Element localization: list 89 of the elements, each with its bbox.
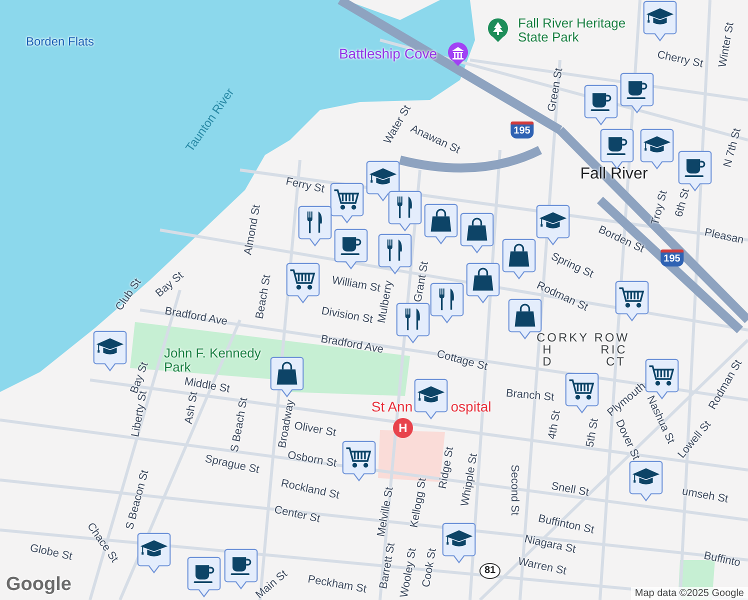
street-label: Grant St bbox=[413, 260, 431, 304]
street-label: Wooley St bbox=[399, 547, 419, 599]
street-label: 5th St bbox=[585, 418, 601, 448]
park-label: Fall River Heritage State Park bbox=[518, 16, 627, 44]
street-label: Almond St bbox=[243, 204, 263, 256]
street-label: Osborn St bbox=[286, 450, 338, 470]
street-label: Center St bbox=[273, 504, 321, 526]
street-label: Bradford Ave bbox=[320, 334, 384, 356]
street-label: 6th St bbox=[674, 188, 692, 218]
street-label: Troy St bbox=[650, 190, 670, 226]
fork-knife-marker[interactable] bbox=[396, 302, 430, 344]
graduation-cap-marker[interactable] bbox=[137, 532, 171, 574]
shopping-bag-marker[interactable] bbox=[460, 212, 494, 254]
street-label: Pleasan bbox=[703, 227, 745, 247]
street-label: Ash St bbox=[184, 391, 200, 425]
hospital-label: St Ann bbox=[371, 400, 413, 414]
street-label: Warren St bbox=[516, 556, 568, 578]
coffee-cup-marker[interactable] bbox=[620, 72, 654, 114]
highway-shield: 195 bbox=[660, 250, 684, 266]
street-label: Bay St bbox=[154, 270, 186, 300]
shopping-cart-marker[interactable] bbox=[330, 182, 364, 224]
street-label: Second St bbox=[508, 464, 520, 516]
graduation-cap-marker[interactable] bbox=[93, 330, 127, 372]
street-label: Ridge St bbox=[438, 446, 456, 490]
street-label: Melville St bbox=[376, 486, 396, 538]
shopping-cart-marker[interactable] bbox=[342, 440, 376, 482]
map-attribution: Map data ©2025 Google bbox=[630, 587, 748, 600]
street-label: Globe St bbox=[28, 543, 74, 563]
street-label: Niagara St bbox=[523, 534, 577, 556]
graduation-cap-marker[interactable] bbox=[414, 378, 448, 420]
shopping-cart-marker[interactable] bbox=[286, 262, 320, 304]
district-label: H bbox=[542, 344, 554, 356]
graduation-cap-marker[interactable] bbox=[442, 522, 476, 564]
park-label: John F. Kennedy Park bbox=[164, 346, 262, 374]
shopping-bag-marker[interactable] bbox=[502, 238, 536, 280]
street-label: Ferry St bbox=[284, 176, 326, 196]
street-label: Peckham St bbox=[306, 574, 368, 596]
street-label: Bradford Ave bbox=[164, 306, 228, 328]
street-label: Snell St bbox=[550, 481, 590, 499]
street-label: Main St bbox=[254, 568, 290, 600]
street-label: S Beach St bbox=[230, 396, 250, 454]
water-label: Borden Flats bbox=[26, 36, 94, 48]
street-label: S Beacon St bbox=[124, 469, 152, 531]
street-label: Buffinto bbox=[702, 550, 742, 570]
street-label: Buffinton St bbox=[537, 514, 595, 536]
museum-icon bbox=[447, 42, 469, 66]
google-logo: Google bbox=[6, 574, 72, 596]
shopping-bag-marker[interactable] bbox=[270, 356, 304, 398]
street-label: 4th St bbox=[547, 410, 563, 440]
street-label: Winter St bbox=[718, 22, 736, 68]
graduation-cap-marker[interactable] bbox=[366, 160, 400, 202]
hospital-label: ospital bbox=[450, 400, 492, 414]
street-label: Cook St bbox=[421, 548, 439, 588]
landmark-label: Battleship Cove bbox=[338, 46, 438, 62]
coffee-cup-marker[interactable] bbox=[584, 84, 618, 126]
street-label: Barrett St bbox=[378, 542, 398, 590]
coffee-cup-marker[interactable] bbox=[187, 556, 221, 598]
graduation-cap-marker[interactable] bbox=[643, 0, 677, 42]
shopping-bag-marker[interactable] bbox=[466, 262, 500, 304]
street-label: Dover St bbox=[612, 418, 642, 462]
street-label: Whipple St bbox=[460, 452, 480, 508]
street-label: Cottage St bbox=[435, 348, 489, 374]
shopping-cart-marker[interactable] bbox=[565, 372, 599, 414]
fork-knife-marker[interactable] bbox=[388, 190, 422, 232]
street-label: Kellogg St bbox=[409, 477, 429, 529]
coffee-cup-marker[interactable] bbox=[334, 228, 368, 270]
street-label: Division St bbox=[320, 306, 374, 326]
district-label: CORKY ROW bbox=[536, 332, 630, 344]
city-label: Fall River bbox=[580, 166, 648, 184]
fork-knife-marker[interactable] bbox=[378, 233, 412, 275]
street-label: Green St bbox=[546, 67, 566, 113]
district-label: RIC bbox=[600, 344, 628, 356]
graduation-cap-marker[interactable] bbox=[536, 204, 570, 246]
street-label: Beach St bbox=[254, 274, 274, 320]
highway-shield: 195 bbox=[510, 122, 534, 138]
fork-knife-marker[interactable] bbox=[430, 282, 464, 324]
shopping-cart-marker[interactable] bbox=[615, 280, 649, 322]
graduation-cap-marker[interactable] bbox=[629, 460, 663, 502]
street-label: Sprague St bbox=[204, 454, 260, 476]
shopping-bag-marker[interactable] bbox=[424, 203, 458, 245]
street-label: N 7th St bbox=[722, 127, 744, 169]
street-label: Rockland St bbox=[280, 478, 340, 502]
street-label: Cherry St bbox=[656, 50, 704, 70]
district-label: D bbox=[542, 356, 554, 368]
street-label: umseh St bbox=[681, 486, 729, 506]
street-label: Branch St bbox=[505, 388, 555, 404]
fork-knife-marker[interactable] bbox=[298, 205, 332, 247]
district-label: CT bbox=[606, 356, 626, 368]
tree-icon bbox=[487, 18, 509, 42]
